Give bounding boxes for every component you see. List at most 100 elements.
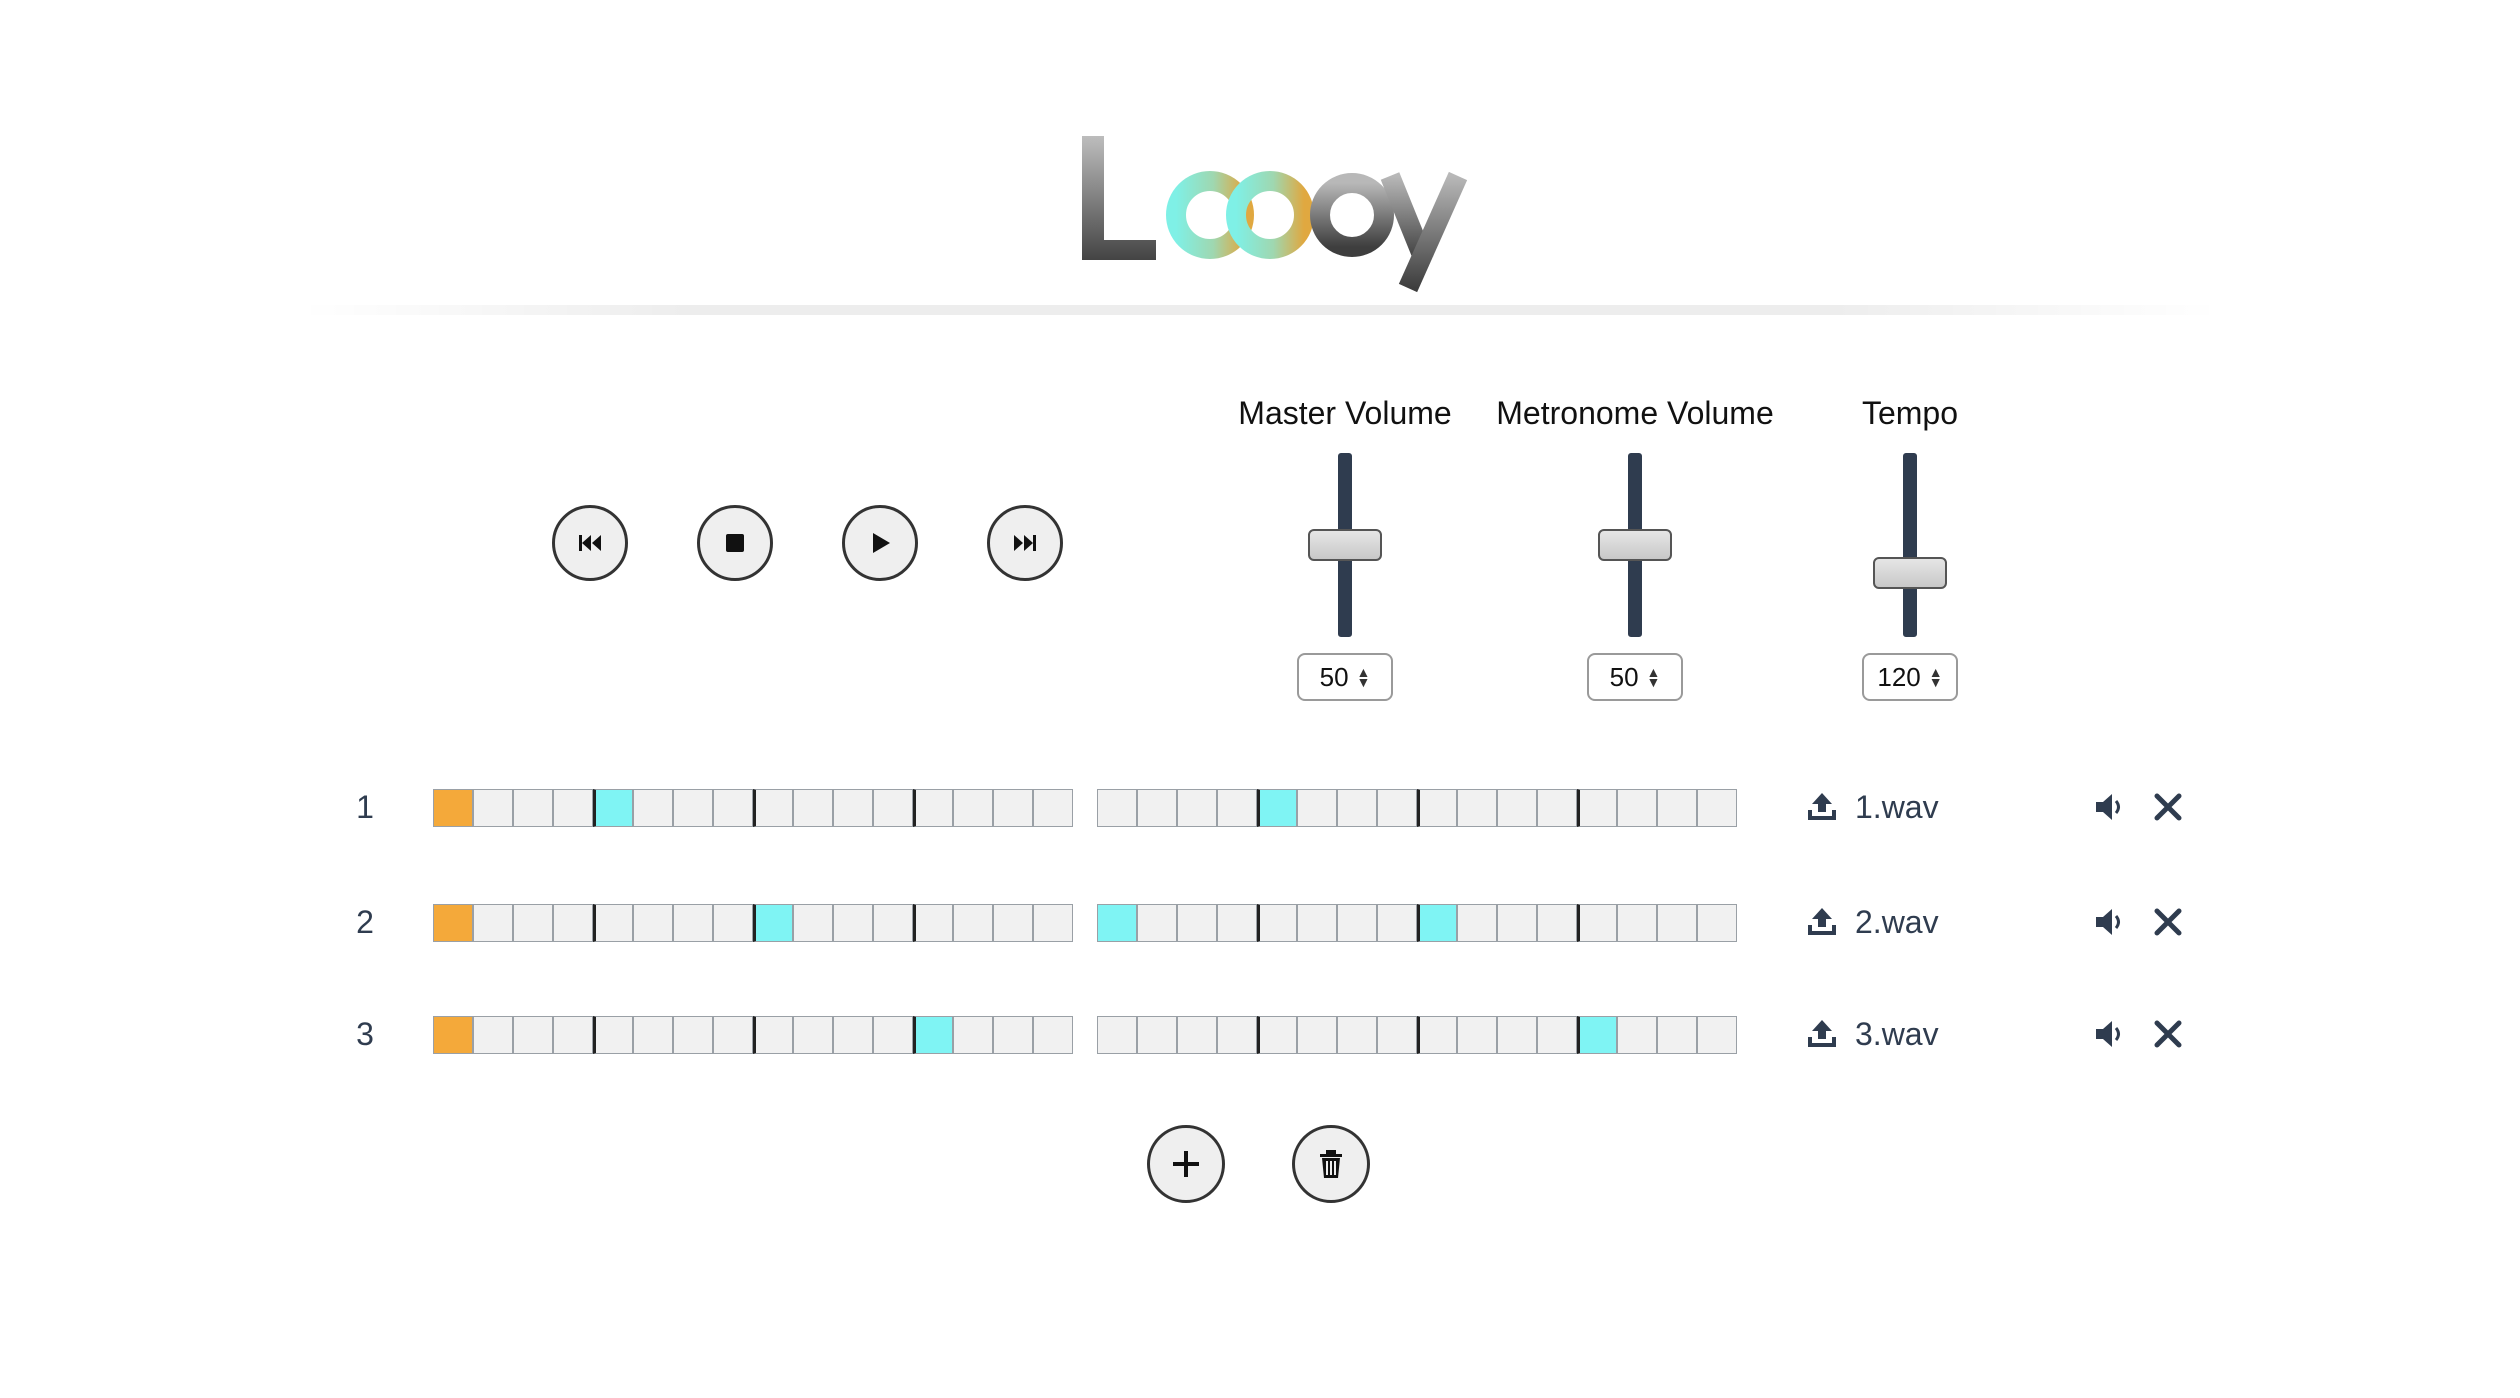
step-cell[interactable] — [713, 789, 753, 827]
step-cell[interactable] — [873, 789, 913, 827]
step-cell[interactable] — [1177, 789, 1217, 827]
step-cell[interactable] — [833, 904, 873, 942]
step-cell[interactable] — [473, 904, 513, 942]
step-cell[interactable] — [1497, 904, 1537, 942]
step-cell[interactable] — [1537, 1016, 1577, 1054]
step-cell[interactable] — [1617, 904, 1657, 942]
step-cell[interactable] — [1033, 789, 1073, 827]
step-cell[interactable] — [1657, 904, 1697, 942]
step-cell[interactable] — [1337, 1016, 1377, 1054]
step-cell[interactable] — [913, 904, 953, 942]
step-cell[interactable] — [1577, 789, 1617, 827]
stop-button[interactable] — [697, 505, 773, 581]
step-cell[interactable] — [633, 904, 673, 942]
step-cell[interactable] — [913, 1016, 953, 1054]
step-cell[interactable] — [1177, 904, 1217, 942]
step-cell[interactable] — [593, 1016, 633, 1054]
step-cell[interactable] — [1033, 904, 1073, 942]
step-cell[interactable] — [1137, 1016, 1177, 1054]
step-cell[interactable] — [793, 789, 833, 827]
step-cell[interactable] — [1617, 1016, 1657, 1054]
step-cell[interactable] — [1497, 789, 1537, 827]
step-cell[interactable] — [1697, 1016, 1737, 1054]
step-cell[interactable] — [1097, 904, 1137, 942]
step-cell[interactable] — [993, 789, 1033, 827]
step-cell[interactable] — [513, 1016, 553, 1054]
step-cell[interactable] — [1137, 904, 1177, 942]
step-cell[interactable] — [633, 1016, 673, 1054]
step-cell[interactable] — [993, 1016, 1033, 1054]
mute-button[interactable] — [2092, 1016, 2128, 1052]
step-cell[interactable] — [713, 1016, 753, 1054]
remove-track-button[interactable] — [2150, 789, 2186, 825]
step-cell[interactable] — [433, 1016, 473, 1054]
step-cell[interactable] — [873, 904, 913, 942]
add-track-button[interactable] — [1147, 1125, 1225, 1203]
master-volume-thumb[interactable] — [1308, 529, 1382, 561]
step-cell[interactable] — [1457, 904, 1497, 942]
step-cell[interactable] — [1657, 789, 1697, 827]
step-cell[interactable] — [713, 904, 753, 942]
step-cell[interactable] — [433, 904, 473, 942]
step-cell[interactable] — [793, 1016, 833, 1054]
step-cell[interactable] — [1177, 1016, 1217, 1054]
step-cell[interactable] — [1577, 904, 1617, 942]
step-cell[interactable] — [833, 1016, 873, 1054]
step-cell[interactable] — [1537, 789, 1577, 827]
step-cell[interactable] — [833, 789, 873, 827]
step-cell[interactable] — [1297, 904, 1337, 942]
step-cell[interactable] — [1297, 1016, 1337, 1054]
spinner-arrows-icon[interactable]: ▲ ▼ — [1929, 665, 1943, 689]
upload-sample-button[interactable]: 2.wav — [1805, 900, 1939, 944]
step-cell[interactable] — [673, 904, 713, 942]
step-cell[interactable] — [993, 904, 1033, 942]
step-cell[interactable] — [753, 1016, 793, 1054]
step-cell[interactable] — [553, 1016, 593, 1054]
step-cell[interactable] — [1337, 904, 1377, 942]
step-cell[interactable] — [953, 1016, 993, 1054]
step-cell[interactable] — [1033, 1016, 1073, 1054]
remove-track-button[interactable] — [2150, 904, 2186, 940]
step-cell[interactable] — [673, 789, 713, 827]
step-cell[interactable] — [1217, 1016, 1257, 1054]
step-cell[interactable] — [433, 789, 473, 827]
tempo-slider[interactable] — [1873, 453, 1947, 637]
mute-button[interactable] — [2092, 789, 2128, 825]
step-cell[interactable] — [1257, 789, 1297, 827]
skip-back-button[interactable] — [552, 505, 628, 581]
step-cell[interactable] — [553, 904, 593, 942]
metronome-volume-thumb[interactable] — [1598, 529, 1672, 561]
metronome-volume-slider[interactable] — [1598, 453, 1672, 637]
step-cell[interactable] — [1217, 789, 1257, 827]
step-cell[interactable] — [1577, 1016, 1617, 1054]
step-cell[interactable] — [1097, 789, 1137, 827]
step-cell[interactable] — [593, 904, 633, 942]
step-cell[interactable] — [793, 904, 833, 942]
step-cell[interactable] — [473, 1016, 513, 1054]
step-cell[interactable] — [1537, 904, 1577, 942]
step-cell[interactable] — [953, 904, 993, 942]
spinner-arrows-icon[interactable]: ▲ ▼ — [1357, 665, 1371, 689]
upload-sample-button[interactable]: 3.wav — [1805, 1012, 1939, 1056]
step-cell[interactable] — [1137, 789, 1177, 827]
step-cell[interactable] — [513, 789, 553, 827]
step-cell[interactable] — [633, 789, 673, 827]
step-cell[interactable] — [473, 789, 513, 827]
step-cell[interactable] — [1417, 1016, 1457, 1054]
step-cell[interactable] — [953, 789, 993, 827]
metronome-volume-input[interactable]: 50 ▲ ▼ — [1587, 653, 1683, 701]
play-button[interactable] — [842, 505, 918, 581]
tempo-thumb[interactable] — [1873, 557, 1947, 589]
step-cell[interactable] — [1097, 1016, 1137, 1054]
step-cell[interactable] — [753, 789, 793, 827]
step-cell[interactable] — [873, 1016, 913, 1054]
step-cell[interactable] — [1257, 1016, 1297, 1054]
master-volume-input[interactable]: 50 ▲ ▼ — [1297, 653, 1393, 701]
step-cell[interactable] — [1697, 789, 1737, 827]
step-cell[interactable] — [913, 789, 953, 827]
mute-button[interactable] — [2092, 904, 2128, 940]
step-cell[interactable] — [513, 904, 553, 942]
skip-forward-button[interactable] — [987, 505, 1063, 581]
step-cell[interactable] — [553, 789, 593, 827]
delete-all-button[interactable] — [1292, 1125, 1370, 1203]
